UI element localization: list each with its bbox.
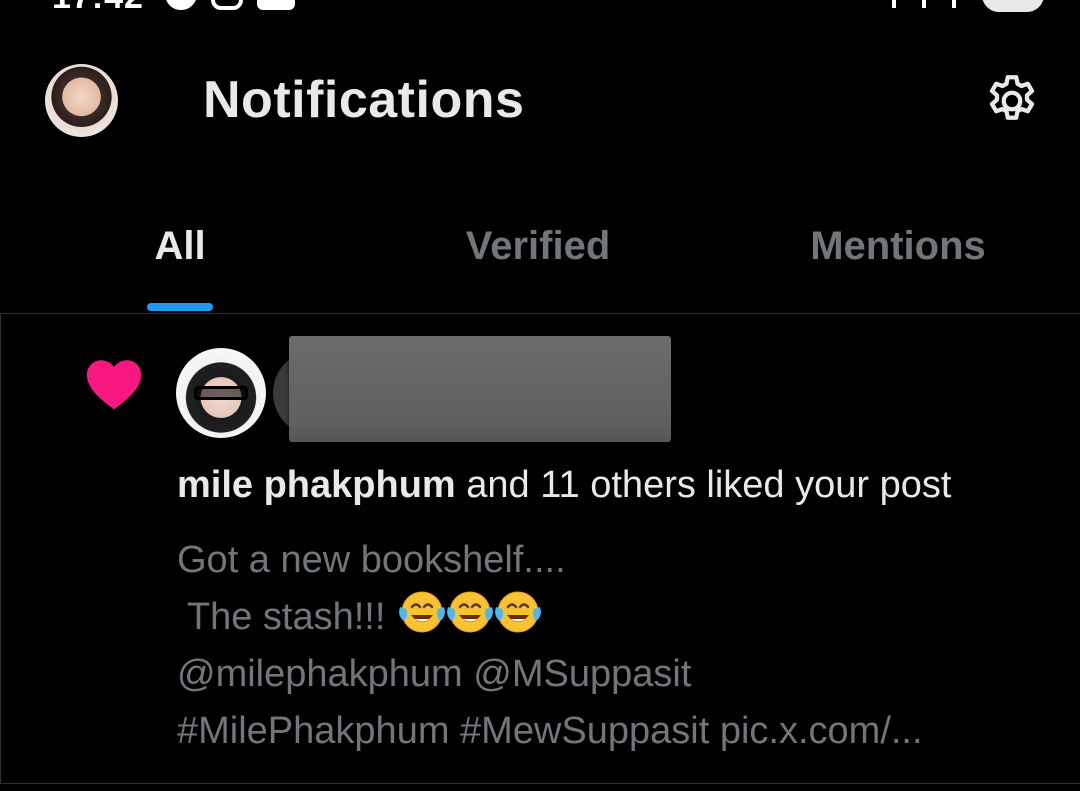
battery-icon xyxy=(982,0,1044,12)
liker-avatar[interactable] xyxy=(176,348,266,438)
redaction-box xyxy=(289,336,671,442)
post-line-2: The stash!!! xyxy=(177,589,1057,646)
post-line-1: Got a new bookshelf.... xyxy=(177,539,566,581)
liker-glasses xyxy=(194,386,248,400)
status-time: 17:42 xyxy=(52,0,144,14)
notification-item[interactable]: mile phakphum and 11 others liked your p… xyxy=(0,314,1080,784)
youtube-icon xyxy=(257,0,295,10)
facebook-icon xyxy=(165,0,197,10)
tab-all[interactable]: All xyxy=(0,224,360,314)
face-with-tears-of-joy-icon xyxy=(495,591,541,633)
notification-text: mile phakphum and 11 others liked your p… xyxy=(177,464,1057,507)
tab-verified[interactable]: Verified xyxy=(358,224,718,314)
screen: 17:42 Notifications All Verified xyxy=(0,0,1080,791)
tab-mentions[interactable]: Mentions xyxy=(718,224,1078,314)
tab-verified-label: Verified xyxy=(465,224,611,268)
instagram-icon xyxy=(211,0,243,10)
header: Notifications xyxy=(0,14,1080,184)
gear-icon xyxy=(989,75,1035,120)
action-text: and 11 others liked your post xyxy=(455,464,952,506)
emoji-group xyxy=(396,591,541,638)
profile-avatar[interactable] xyxy=(45,64,118,137)
post-preview[interactable]: Got a new bookshelf.... The stash!!! @mi… xyxy=(177,532,1057,760)
status-bar: 17:42 xyxy=(0,0,1080,14)
tab-all-label: All xyxy=(154,224,206,268)
face-with-tears-of-joy-icon xyxy=(447,591,493,633)
actor-name[interactable]: mile phakphum xyxy=(177,464,456,506)
post-line-2-text: The stash!!! xyxy=(177,596,396,638)
status-icons-left xyxy=(165,0,295,10)
signal-icon xyxy=(952,0,970,8)
page-title: Notifications xyxy=(203,71,525,129)
settings-button[interactable] xyxy=(980,69,1044,133)
tab-mentions-label: Mentions xyxy=(810,224,986,268)
post-line-3: @milephakphum @MSuppasit xyxy=(177,653,692,695)
data-icon xyxy=(922,0,940,8)
notification-tabs: All Verified Mentions xyxy=(0,184,1080,314)
heart-icon xyxy=(86,360,142,410)
status-icons-right xyxy=(892,0,1044,12)
mute-icon xyxy=(892,0,910,8)
active-tab-indicator xyxy=(147,303,213,311)
face-with-tears-of-joy-icon xyxy=(399,591,445,633)
post-line-4: #MilePhakphum #MewSuppasit pic.x.com/... xyxy=(177,710,923,752)
